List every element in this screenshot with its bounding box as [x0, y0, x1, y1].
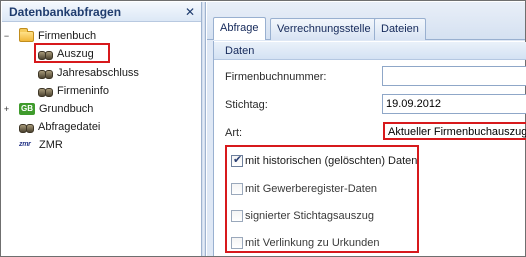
- tree-node-label: Jahresabschluss: [57, 67, 139, 80]
- binoculars-icon: [19, 123, 34, 133]
- checkbox-checked[interactable]: [231, 153, 243, 168]
- panel-title: Datenbankabfragen ✕: [2, 2, 201, 22]
- right-panel: Abfrage Verrechnungsstelle Dateien Daten…: [207, 2, 526, 256]
- tree-node-jahresabschluss[interactable]: Jahresabschluss: [38, 64, 139, 82]
- option-gewerberegister[interactable]: mit Gewerberegister-Daten: [231, 182, 377, 198]
- firmenbuchnummer-input[interactable]: [382, 66, 526, 86]
- section-header: Daten: [214, 42, 526, 60]
- tab-verrechnungsstelle[interactable]: Verrechnungsstelle: [270, 18, 378, 40]
- option-signierter-stichtagsauszug[interactable]: signierter Stichtagsauszug: [231, 209, 374, 225]
- expand-icon[interactable]: +: [2, 100, 11, 118]
- tab-abfrage[interactable]: Abfrage: [213, 17, 266, 40]
- binoculars-icon: [38, 87, 53, 97]
- tree-node-firmeninfo[interactable]: Firmeninfo: [38, 82, 109, 100]
- tree-node-label: ZMR: [39, 139, 63, 152]
- checkbox[interactable]: [231, 237, 243, 250]
- left-panel: Datenbankabfragen ✕ − Firmenbuch Auszug …: [2, 2, 201, 256]
- tree-node-zmr[interactable]: zmr ZMR: [19, 136, 63, 154]
- option-verlinkung-urkunden[interactable]: mit Verlinkung zu Urkunden: [231, 236, 380, 252]
- tree-node-label: Abfragedatei: [38, 121, 101, 134]
- art-select[interactable]: Aktueller Firmenbuchauszug: [383, 122, 526, 140]
- tab-content: Daten Firmenbuchnummer: Stichtag: Art: A…: [213, 41, 526, 256]
- collapse-icon[interactable]: −: [2, 27, 11, 45]
- tab-bar: Abfrage Verrechnungsstelle Dateien: [207, 2, 525, 40]
- tree-node-label: Firmeninfo: [57, 85, 109, 98]
- checkbox-label: mit Verlinkung zu Urkunden: [245, 237, 380, 250]
- art-label: Art:: [225, 127, 243, 139]
- tree-node-label: Grundbuch: [39, 103, 94, 116]
- stichtag-label: Stichtag:: [225, 99, 268, 111]
- firmenbuchnummer-label: Firmenbuchnummer:: [225, 71, 327, 83]
- option-historische-daten[interactable]: mit historischen (gelöschten) Daten: [231, 153, 418, 170]
- folder-open-icon: [19, 27, 34, 42]
- panel-splitter[interactable]: [201, 2, 206, 256]
- close-icon[interactable]: ✕: [185, 2, 195, 22]
- checkbox-label: mit Gewerberegister-Daten: [245, 183, 378, 196]
- checkbox[interactable]: [231, 210, 243, 223]
- checkbox[interactable]: [231, 183, 243, 196]
- tab-dateien[interactable]: Dateien: [374, 18, 426, 40]
- gb-icon: GB: [19, 103, 35, 116]
- stichtag-input[interactable]: [382, 94, 526, 114]
- options-highlight: mit historischen (gelöschten) Daten mit …: [225, 145, 419, 253]
- zmr-icon: zmr: [19, 141, 31, 149]
- tree-node-abfragedatei[interactable]: Abfragedatei: [19, 118, 100, 136]
- window-frame: Datenbankabfragen ✕ − Firmenbuch Auszug …: [0, 0, 526, 257]
- checkbox-label: signierter Stichtagsauszug: [245, 210, 375, 223]
- tree-node-label: Firmenbuch: [38, 30, 97, 43]
- checkbox-label: mit historischen (gelöschten) Daten: [245, 155, 418, 168]
- panel-title-text: Datenbankabfragen: [9, 5, 122, 19]
- selection-highlight: [34, 43, 110, 63]
- binoculars-icon: [38, 69, 53, 79]
